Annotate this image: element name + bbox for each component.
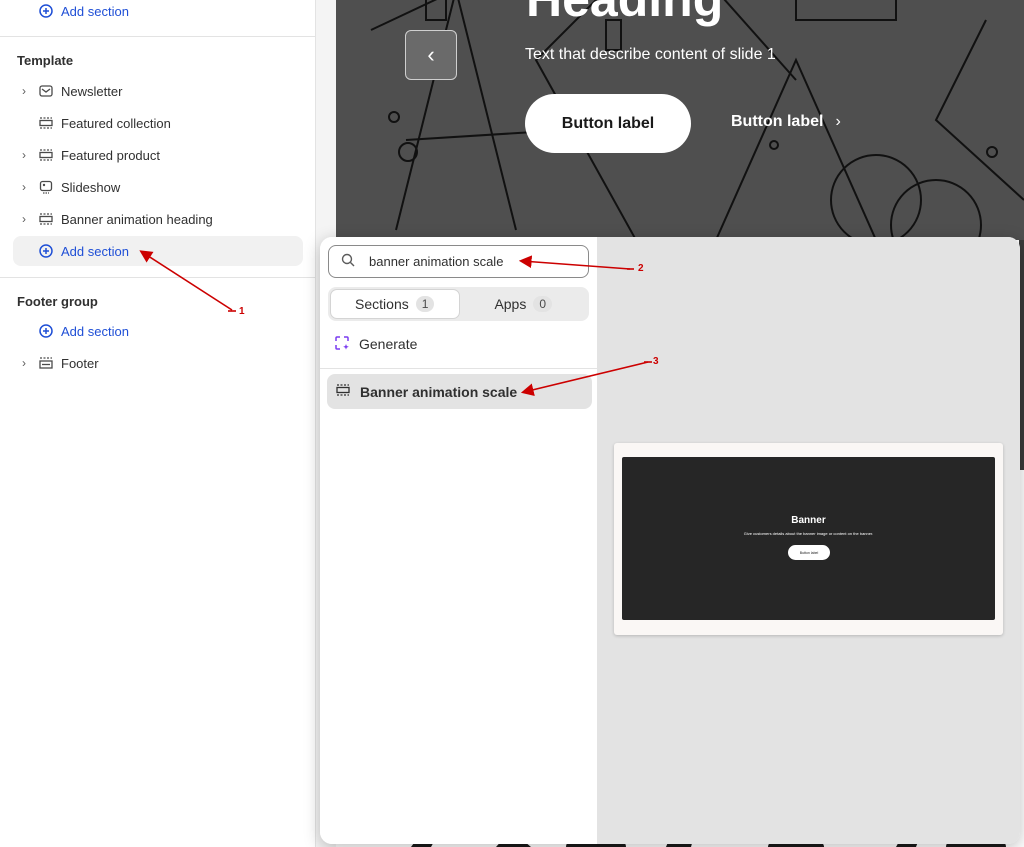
footer-group-title: Footer group: [17, 294, 98, 309]
search-field[interactable]: [328, 245, 589, 278]
chevron-right-icon[interactable]: ›: [16, 212, 32, 226]
envelope-icon: [38, 83, 54, 99]
divider: [320, 368, 597, 369]
slide-secondary-button-label: Button label: [731, 113, 824, 130]
add-section-popover: Sections 1 Apps 0 Generate Banner animat…: [320, 237, 1020, 844]
annotation-number: 2: [638, 263, 644, 274]
plus-circle-icon: [38, 323, 54, 339]
section-picker-panel: Sections 1 Apps 0 Generate Banner animat…: [320, 237, 597, 844]
tab-label: Apps: [494, 296, 527, 312]
slideshow-icon: [38, 179, 54, 195]
sidebar-item-featured-product[interactable]: › Featured product: [13, 140, 303, 170]
section-preview-thumbnail: Banner Give customers details about the …: [614, 443, 1003, 635]
picker-tabs: Sections 1 Apps 0: [328, 287, 589, 321]
add-section-button-footer[interactable]: Add section: [13, 316, 303, 346]
add-section-label: Add section: [61, 323, 129, 339]
sidebar-item-footer[interactable]: › Footer: [13, 348, 303, 378]
divider: [0, 36, 316, 37]
chevron-left-icon: ‹: [427, 42, 435, 67]
tab-count-badge: 1: [415, 296, 435, 312]
section-icon: [336, 383, 350, 400]
sidebar-item-label: Newsletter: [61, 83, 123, 99]
add-section-label: Add section: [61, 3, 129, 19]
search-input[interactable]: [369, 254, 569, 269]
sparkle-generate-icon: [334, 335, 350, 354]
result-label: Banner animation scale: [360, 383, 518, 400]
slideshow-prev-button[interactable]: ‹: [405, 30, 457, 80]
banner-button: Button label: [788, 545, 830, 560]
plus-circle-icon: [38, 243, 54, 259]
section-icon: [38, 147, 54, 163]
sidebar-item-banner-animation-heading[interactable]: › Banner animation heading: [13, 204, 303, 234]
plus-circle-icon: [38, 3, 54, 19]
annotation-number: 1: [239, 306, 245, 317]
tab-label: Sections: [355, 296, 409, 312]
banner-title: Banner: [791, 515, 826, 526]
annotation-number: 3: [653, 356, 659, 367]
chevron-right-icon: ›: [835, 113, 841, 130]
tab-apps[interactable]: Apps 0: [460, 289, 588, 319]
store-preview: Heading ‹ Text that describe content of …: [336, 0, 1024, 240]
banner-preview: Banner Give customers details about the …: [622, 457, 995, 620]
sidebar-item-slideshow[interactable]: › Slideshow: [13, 172, 303, 202]
result-banner-animation-scale[interactable]: Banner animation scale: [327, 374, 592, 409]
sidebar-item-label: Featured product: [61, 147, 161, 163]
section-icon: [38, 115, 54, 131]
divider: [0, 277, 316, 278]
add-section-button-template[interactable]: Add section: [13, 236, 303, 266]
sidebar-item-newsletter[interactable]: › Newsletter: [13, 76, 303, 106]
slide-heading: Heading: [526, 0, 723, 28]
slide-primary-button[interactable]: Button label: [525, 94, 691, 153]
footer-icon: [38, 355, 54, 371]
chevron-right-icon[interactable]: ›: [16, 84, 32, 98]
generate-button[interactable]: Generate: [334, 333, 417, 355]
editor-sidebar: Add section Template › Newsletter Featur…: [0, 0, 316, 847]
banner-description: Give customers details about the banner …: [743, 531, 874, 536]
sidebar-item-label: Footer: [61, 355, 99, 371]
tab-count-badge: 0: [533, 296, 553, 312]
slide-secondary-button[interactable]: Button label ›: [731, 113, 841, 131]
slide-text: Text that describe content of slide 1: [525, 46, 776, 63]
tab-sections[interactable]: Sections 1: [330, 289, 460, 319]
sidebar-item-featured-collection[interactable]: Featured collection: [13, 108, 303, 138]
section-icon: [38, 211, 54, 227]
chevron-right-icon[interactable]: ›: [16, 356, 32, 370]
chevron-right-icon[interactable]: ›: [16, 148, 32, 162]
sidebar-item-label: Slideshow: [61, 179, 121, 195]
template-group-title: Template: [17, 53, 74, 68]
sidebar-item-label: Featured collection: [61, 115, 171, 131]
sidebar-item-label: Banner animation heading: [61, 211, 213, 227]
section-preview-panel: Banner Give customers details about the …: [597, 237, 1020, 844]
search-icon: [341, 253, 357, 270]
chevron-right-icon[interactable]: ›: [16, 180, 32, 194]
add-section-label: Add section: [61, 243, 129, 259]
add-section-button-header[interactable]: Add section: [13, 0, 303, 26]
generate-label: Generate: [359, 336, 418, 352]
